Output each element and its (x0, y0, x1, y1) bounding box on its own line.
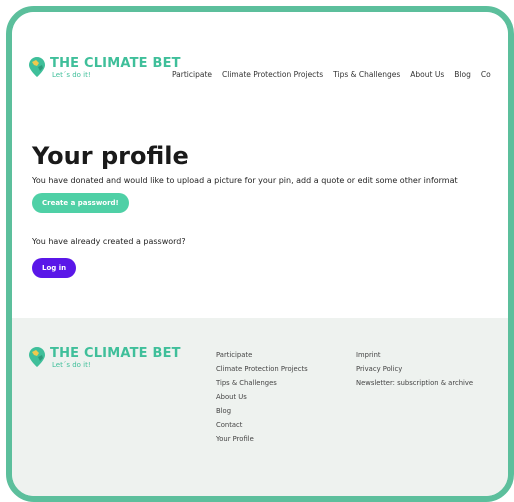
main-content: Your profile You have donated and would … (32, 142, 508, 278)
page-title: Your profile (32, 142, 189, 170)
browser-viewport: THE CLIMATE BET Let´s do it! Participate… (6, 6, 514, 502)
site-logo[interactable]: THE CLIMATE BET Let´s do it! (28, 56, 181, 79)
brand-tagline: Let´s do it! (52, 71, 91, 79)
intro-text: You have donated and would like to uploa… (32, 176, 458, 185)
footer-link-participate[interactable]: Participate (216, 348, 308, 362)
footer-link-contact[interactable]: Contact (216, 418, 308, 432)
footer-link-newsletter[interactable]: Newsletter: subscription & archive (356, 376, 473, 390)
footer-logo[interactable]: THE CLIMATE BET Let´s do it! (28, 346, 181, 369)
nav-participate[interactable]: Participate (172, 70, 212, 79)
screenshot-frame: THE CLIMATE BET Let´s do it! Participate… (0, 0, 514, 502)
nav-about-us[interactable]: About Us (410, 70, 444, 79)
globe-pin-icon (28, 346, 46, 368)
footer-link-imprint[interactable]: Imprint (356, 348, 473, 362)
footer-link-about-us[interactable]: About Us (216, 390, 308, 404)
footer-link-tips-challenges[interactable]: Tips & Challenges (216, 376, 308, 390)
already-created-text: You have already created a password? (32, 237, 186, 246)
footer-link-your-profile[interactable]: Your Profile (216, 432, 308, 446)
site-footer: THE CLIMATE BET Let´s do it! Participate… (12, 318, 508, 496)
main-nav: Participate Climate Protection Projects … (172, 70, 501, 79)
nav-contact-truncated[interactable]: Co (481, 70, 491, 79)
footer-legal-column: Imprint Privacy Policy Newsletter: subsc… (356, 348, 473, 390)
brand-title: THE CLIMATE BET (50, 56, 181, 71)
nav-blog[interactable]: Blog (454, 70, 471, 79)
site-header: THE CLIMATE BET Let´s do it! Participate… (12, 12, 508, 132)
globe-pin-icon (28, 56, 46, 78)
footer-link-privacy-policy[interactable]: Privacy Policy (356, 362, 473, 376)
create-password-button[interactable]: Create a password! (32, 193, 129, 213)
nav-tips-challenges[interactable]: Tips & Challenges (333, 70, 400, 79)
login-button[interactable]: Log in (32, 258, 77, 278)
footer-link-climate-protection-projects[interactable]: Climate Protection Projects (216, 362, 308, 376)
footer-nav-column: Participate Climate Protection Projects … (216, 348, 308, 446)
footer-brand-title: THE CLIMATE BET (50, 346, 181, 361)
nav-climate-protection-projects[interactable]: Climate Protection Projects (222, 70, 323, 79)
footer-link-blog[interactable]: Blog (216, 404, 308, 418)
footer-brand-tagline: Let´s do it! (52, 361, 91, 369)
